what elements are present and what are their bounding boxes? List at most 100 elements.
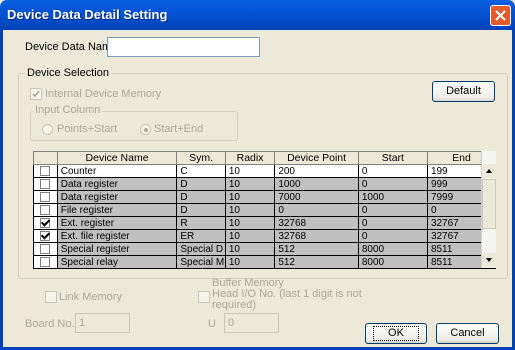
start-cell[interactable]: 0 [357,203,428,217]
row-checkbox-cell[interactable] [33,242,58,256]
start-cell[interactable]: 8000 [357,255,428,269]
row-checkbox-cell[interactable] [33,203,58,217]
device-table: Device Name Sym. Radix Device Point Star… [33,151,497,269]
device-point-cell[interactable]: 32768 [274,229,359,243]
start-cell[interactable]: 8000 [357,242,428,256]
start-end-radio[interactable] [140,124,151,135]
close-button[interactable] [490,5,511,26]
row-checkbox-cell[interactable] [33,164,58,178]
table-row[interactable]: Data register D 10 7000 1000 7999 [33,190,497,204]
board-no-label: Board No. [25,318,75,330]
column-header[interactable]: Radix [224,151,276,165]
sym-cell[interactable]: Special D [176,242,226,256]
table-row[interactable]: Ext. file register ER 10 32768 0 32767 [33,229,497,243]
buffer-memory-checkbox[interactable] [198,291,210,303]
row-checkbox[interactable] [40,230,51,241]
device-name-cell[interactable]: Data register [56,177,178,191]
column-header[interactable]: Sym. [176,151,226,165]
scroll-up-button[interactable] [482,164,496,178]
radix-cell[interactable]: 10 [224,255,276,269]
sym-cell[interactable]: R [176,216,226,230]
device-name-cell[interactable]: Data register [56,190,178,204]
row-checkbox[interactable] [40,217,51,228]
radix-cell[interactable]: 10 [224,190,276,204]
table-header-row: Device Name Sym. Radix Device Point Star… [33,151,497,165]
internal-memory-label: Internal Device Memory [45,88,162,100]
radix-cell[interactable]: 10 [224,177,276,191]
column-header[interactable]: Device Point [274,151,359,165]
device-data-name-input[interactable] [107,37,260,57]
row-checkbox-cell[interactable] [33,216,58,230]
buffer-memory-label: Buffer Memory Head I/O No. (last 1 digit… [212,277,362,311]
device-name-cell[interactable]: Special register [56,242,178,256]
radix-cell[interactable]: 10 [224,203,276,217]
close-icon [495,10,506,21]
table-row[interactable]: Data register D 10 1000 0 999 [33,177,497,191]
table-row[interactable]: Special relay Special M 10 512 8000 8511 [33,255,497,269]
scroll-thumb[interactable] [482,179,496,229]
device-point-cell[interactable]: 0 [274,203,359,217]
column-header[interactable]: Start [357,151,428,165]
device-selection-title: Device Selection [25,67,111,79]
device-name-cell[interactable]: File register [56,203,178,217]
device-point-cell[interactable]: 512 [274,255,359,269]
row-checkbox[interactable] [40,204,51,215]
radix-cell[interactable]: 10 [224,164,276,178]
sym-cell[interactable]: Special M [176,255,226,269]
column-header[interactable]: Device Name [56,151,178,165]
row-checkbox-cell[interactable] [33,229,58,243]
device-point-cell[interactable]: 7000 [274,190,359,204]
points-start-radio[interactable] [42,124,53,135]
default-button[interactable]: Default [432,81,495,102]
row-checkbox[interactable] [40,178,51,189]
device-data-name-label: Device Data Name [25,41,118,53]
row-checkbox[interactable] [40,256,51,267]
start-cell[interactable]: 0 [357,229,428,243]
table-row[interactable]: File register D 10 0 0 0 [33,203,497,217]
device-name-cell[interactable]: Ext. file register [56,229,178,243]
title-bar: Device Data Detail Setting [0,0,515,30]
start-cell[interactable]: 1000 [357,190,428,204]
row-checkbox-cell[interactable] [33,255,58,269]
radix-cell[interactable]: 10 [224,229,276,243]
points-start-label: Points+Start [57,123,118,135]
table-row[interactable]: Counter C 10 200 0 199 [33,164,497,178]
u-label: U [208,318,216,330]
radio-dot-icon [144,128,148,132]
sym-cell[interactable]: D [176,190,226,204]
device-point-cell[interactable]: 32768 [274,216,359,230]
ok-button[interactable]: OK [365,323,427,344]
start-cell[interactable]: 0 [357,216,428,230]
internal-memory-checkbox[interactable] [30,88,42,100]
scroll-down-button[interactable] [482,253,496,267]
start-cell[interactable]: 0 [357,177,428,191]
start-cell[interactable]: 0 [357,164,428,178]
device-point-cell[interactable]: 1000 [274,177,359,191]
row-checkbox[interactable] [40,165,51,176]
row-checkbox[interactable] [40,191,51,202]
cancel-button[interactable]: Cancel [436,323,499,344]
radix-cell[interactable]: 10 [224,216,276,230]
device-point-cell[interactable]: 200 [274,164,359,178]
table-row[interactable]: Special register Special D 10 512 8000 8511 [33,242,497,256]
column-header[interactable] [33,151,58,165]
radix-cell[interactable]: 10 [224,242,276,256]
row-checkbox-cell[interactable] [33,177,58,191]
arrow-up-icon [486,169,492,173]
sym-cell[interactable]: C [176,164,226,178]
sym-cell[interactable]: D [176,177,226,191]
device-point-cell[interactable]: 512 [274,242,359,256]
device-name-cell[interactable]: Ext. register [56,216,178,230]
sym-cell[interactable]: D [176,203,226,217]
link-memory-checkbox[interactable] [45,291,57,303]
device-name-cell[interactable]: Special relay [56,255,178,269]
table-scrollbar[interactable] [481,151,496,268]
sym-cell[interactable]: ER [176,229,226,243]
link-memory-label: Link Memory [59,291,122,303]
u-input[interactable]: 0 [224,313,279,333]
table-row[interactable]: Ext. register R 10 32768 0 32767 [33,216,497,230]
device-name-cell[interactable]: Counter [56,164,178,178]
row-checkbox[interactable] [40,243,51,254]
row-checkbox-cell[interactable] [33,190,58,204]
board-no-input[interactable]: 1 [75,313,130,333]
